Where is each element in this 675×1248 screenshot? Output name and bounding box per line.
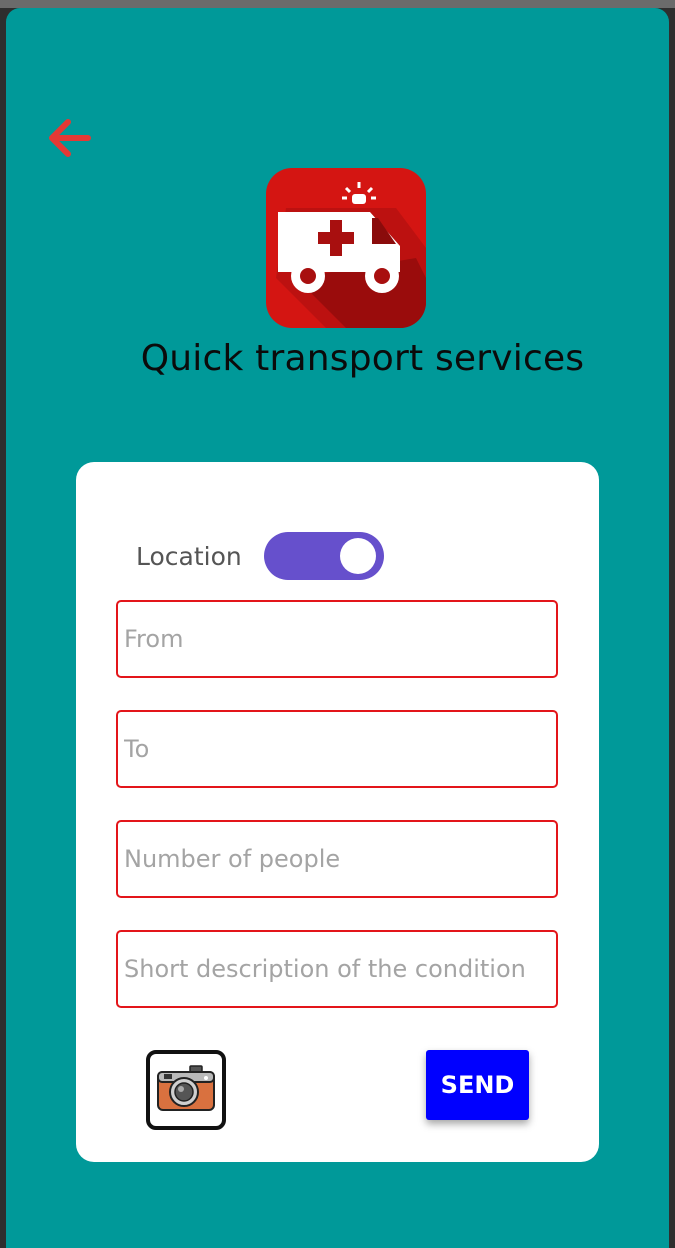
to-input[interactable] (118, 712, 556, 786)
status-bar (0, 0, 675, 8)
app-screen: Quick transport services Location From T… (6, 8, 669, 1248)
from-field (116, 600, 558, 678)
arrow-left-icon (49, 119, 91, 157)
camera-icon (157, 1065, 215, 1111)
camera-button[interactable] (146, 1050, 226, 1130)
app-logo (266, 168, 426, 328)
location-toggle[interactable] (264, 532, 384, 580)
people-input[interactable] (118, 822, 556, 896)
description-input[interactable] (118, 932, 556, 1006)
location-label: Location (136, 542, 242, 571)
ambulance-icon (266, 168, 426, 328)
description-field (116, 930, 558, 1008)
request-form-card: Location SEN (76, 462, 599, 1162)
from-input[interactable] (118, 602, 556, 676)
back-button[interactable] (44, 116, 96, 160)
people-field (116, 820, 558, 898)
send-button[interactable]: SEND (426, 1050, 529, 1120)
toggle-knob (340, 538, 376, 574)
app-title: Quick transport services (140, 338, 585, 379)
to-field (116, 710, 558, 788)
